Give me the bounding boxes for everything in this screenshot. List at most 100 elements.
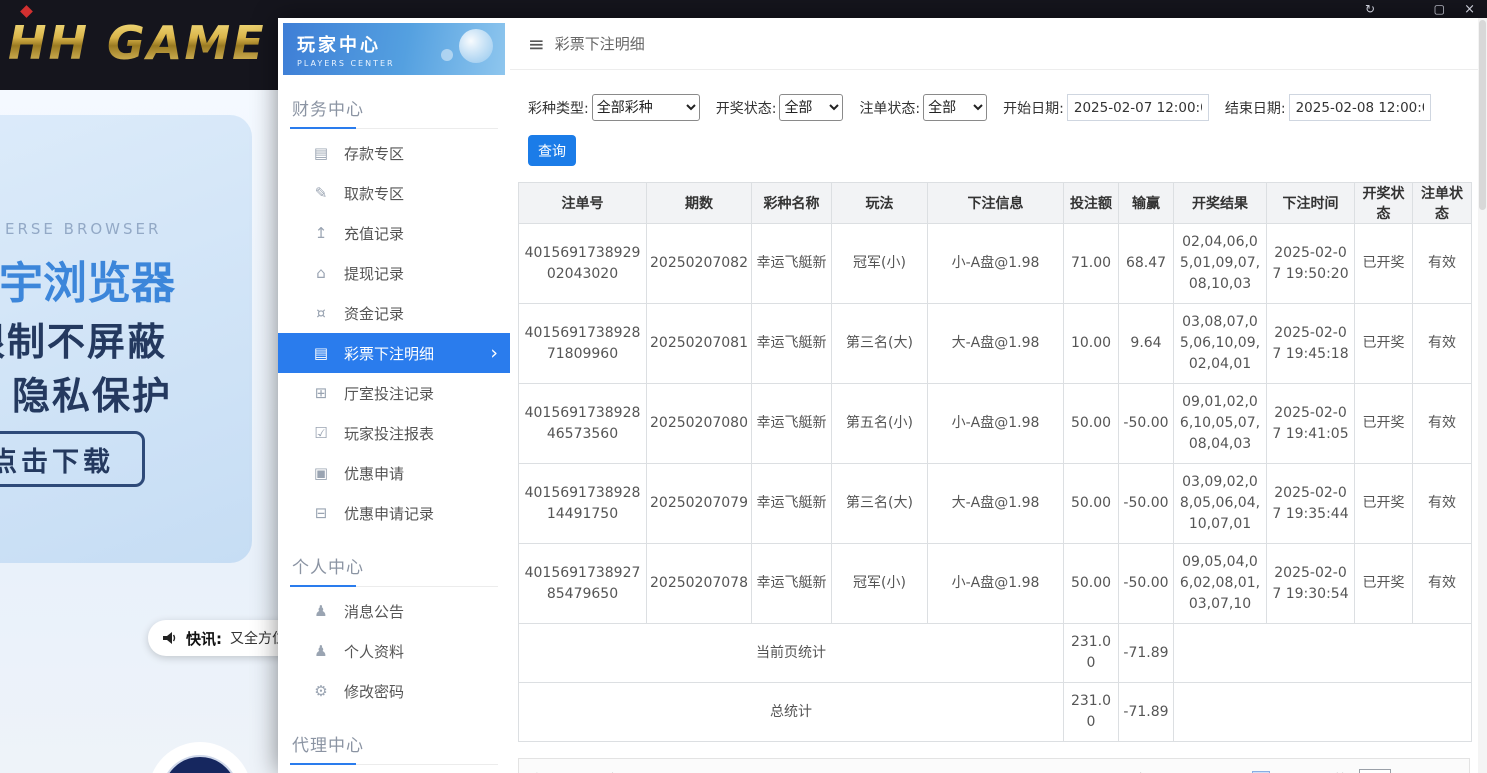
summary-row: 总统计 231.00 -71.89: [518, 682, 1472, 742]
page-title: 彩票下注明细: [554, 35, 645, 53]
table-row: 401569173892902043020 20250207082 幸运飞艇新 冠军(…: [518, 223, 1472, 304]
draw-status-select[interactable]: 全部: [779, 94, 844, 121]
table-cell: 20250207082: [646, 223, 752, 304]
table-cell: 大-A盘@1.98: [927, 303, 1064, 384]
sidebar-item-玩家投注报表[interactable]: ☑ 玩家投注报表: [278, 413, 510, 453]
end-date-label: 结束日期:: [1224, 100, 1286, 117]
sidebar-item-label: 资金记录: [344, 304, 405, 323]
table-cell: 20250207081: [646, 303, 752, 384]
summary-empty: [1173, 682, 1472, 742]
table-cell: 10.00: [1063, 303, 1119, 384]
sidebar-item-label: 充值记录: [344, 224, 405, 243]
table-cell: 大-A盘@1.98: [927, 463, 1064, 544]
table-cell: 50.00: [1063, 463, 1119, 544]
hamburger-icon[interactable]: ≡: [528, 32, 545, 56]
sidebar-item-彩票下注明细[interactable]: ▤ 彩票下注明细 ›: [278, 333, 510, 373]
sidebar-item-label: 优惠申请: [344, 464, 405, 483]
sidebar-item-优惠申请[interactable]: ▣ 优惠申请: [278, 453, 510, 493]
table-cell: -50.00: [1118, 543, 1174, 624]
sidebar-item-资金记录[interactable]: ¤ 资金记录: [278, 293, 510, 333]
table-cell: 401569173892871809960: [518, 303, 647, 384]
site-logo: HH GAME: [8, 16, 266, 70]
decorative-badge-inner: [161, 755, 239, 773]
sidebar-item-label: 个人资料: [344, 642, 405, 661]
password-icon: ⚙: [314, 682, 328, 700]
table-cell: 已开奖: [1354, 223, 1413, 304]
withdrawal-record-icon: ⌂: [316, 264, 326, 282]
speaker-icon: [163, 632, 176, 644]
table-row: 401569173892871809960 20250207081 幸运飞艇新 第三名…: [518, 303, 1472, 384]
sidebar-item-厅室投注记录[interactable]: ⊞ 厅室投注记录: [278, 373, 510, 413]
table-cell: 小-A盘@1.98: [927, 223, 1064, 304]
promo-headline-2: 限制不屏蔽: [0, 320, 168, 364]
table-cell: 有效: [1412, 223, 1472, 304]
sidebar-item-label: 玩家投注报表: [344, 424, 435, 443]
sidebar-item-label: 修改密码: [344, 682, 405, 701]
end-date-input[interactable]: [1288, 94, 1431, 121]
start-date-input[interactable]: [1066, 94, 1209, 121]
table-header-cell: 投注额: [1063, 182, 1119, 224]
sidebar-item-充值记录[interactable]: ↥ 充值记录: [278, 213, 510, 253]
sidebar-item-优惠申请记录[interactable]: ⊟ 优惠申请记录: [278, 493, 510, 533]
refresh-icon[interactable]: ↻: [1365, 2, 1375, 16]
table-cell: 20250207078: [646, 543, 752, 624]
sidebar-item-个人资料[interactable]: ♟ 个人资料: [278, 631, 510, 671]
sidebar: 玩家中心 PLAYERS CENTER 财务中心 ▤ 存款专区 ✎ 取款专区 ↥ 充值记录 ⌂…: [278, 18, 510, 773]
filter-bar: 彩种类型: 全部彩种 开奖状态: 全部 注单状态: 全部 开始日期: 结束日期:: [510, 70, 1478, 121]
bet-table: 注单号 期数 彩种名称 玩法 下注信息 投注额 输赢 开奖结果 下注时间 开奖状态 注单状态 401…: [518, 182, 1472, 742]
decorative-badge: [148, 742, 252, 773]
table-header-cell: 开奖状态: [1354, 182, 1413, 224]
table-cell: 71.00: [1063, 223, 1119, 304]
lottery-type-select[interactable]: 全部彩种: [591, 94, 700, 121]
table-cell: -50.00: [1118, 463, 1174, 544]
table-cell: 03,09,02,08,05,06,04,10,07,01: [1173, 463, 1267, 544]
promo-tagline: ERSE BROWSER: [5, 220, 162, 238]
scrollbar[interactable]: [1478, 18, 1487, 773]
summary-bet-total: 231.00: [1063, 682, 1119, 742]
jump-page-input[interactable]: [1359, 769, 1391, 773]
summary-win-loss: -71.89: [1118, 682, 1174, 742]
table-header-cell: 下注时间: [1266, 182, 1355, 224]
table-header-cell: 开奖结果: [1173, 182, 1267, 224]
table-header-cell: 下注信息: [927, 182, 1064, 224]
table-row: 401569173892814491750 20250207079 幸运飞艇新 第三名…: [518, 463, 1472, 544]
sidebar-item-label: 彩票下注明细: [344, 344, 435, 363]
order-status-label: 注单状态:: [859, 100, 921, 117]
table-cell: 2025-02-07 19:35:44: [1266, 463, 1355, 544]
main-content: ≡ 彩票下注明细 彩种类型: 全部彩种 开奖状态: 全部 注单状态: 全部 开始…: [510, 18, 1487, 773]
start-date-label: 开始日期:: [1003, 100, 1064, 117]
ticker-label: 快讯:: [186, 629, 222, 648]
search-button[interactable]: 查询: [528, 135, 576, 166]
order-status-select[interactable]: 全部: [923, 94, 988, 121]
table-cell: 已开奖: [1354, 543, 1413, 624]
table-cell: 20250207080: [646, 383, 752, 464]
pagination-controls: 共5条 首页 上一页 1 下一页 第 页 跳转: [1112, 769, 1455, 773]
table-cell: 2025-02-07 19:30:54: [1266, 543, 1355, 624]
table-cell: 幸运飞艇新: [751, 463, 832, 544]
draw-status-label: 开奖状态:: [715, 100, 777, 117]
sidebar-item-消息公告[interactable]: ♟ 消息公告: [278, 591, 510, 631]
table-cell: 第三名(大): [831, 303, 928, 384]
download-button[interactable]: 点击下载: [0, 431, 145, 487]
scrollbar-thumb[interactable]: [1479, 20, 1486, 210]
summary-win-loss: -71.89: [1118, 623, 1174, 683]
player-bet-report-icon: ☑: [314, 424, 328, 442]
chevron-right-icon: ›: [490, 341, 498, 364]
sidebar-item-修改密码[interactable]: ⚙ 修改密码: [278, 671, 510, 711]
window-maximize-icon[interactable]: ▢: [1434, 2, 1445, 16]
window-close-icon[interactable]: ×: [1464, 2, 1475, 17]
sidebar-item-取款专区[interactable]: ✎ 取款专区: [278, 173, 510, 213]
table-cell: 冠军(小): [831, 543, 928, 624]
sidebar-item-存款专区[interactable]: ▤ 存款专区: [278, 133, 510, 173]
table-cell: 401569173892785479650: [518, 543, 647, 624]
table-cell: 401569173892846573560: [518, 383, 647, 464]
sidebar-item-label: 消息公告: [344, 602, 405, 621]
sidebar-item-提现记录[interactable]: ⌂ 提现记录: [278, 253, 510, 293]
deposit-icon: ▤: [313, 144, 329, 162]
promo-headline-3: 隐私保护: [12, 374, 173, 418]
table-cell: 09,01,02,06,10,05,07,08,04,03: [1173, 383, 1267, 464]
table-cell: 2025-02-07 19:50:20: [1266, 223, 1355, 304]
sidebar-item-extra[interactable]: ▥: [278, 769, 510, 773]
summary-row: 当前页统计 231.00 -71.89: [518, 623, 1472, 683]
profile-icon: ♟: [314, 642, 328, 660]
